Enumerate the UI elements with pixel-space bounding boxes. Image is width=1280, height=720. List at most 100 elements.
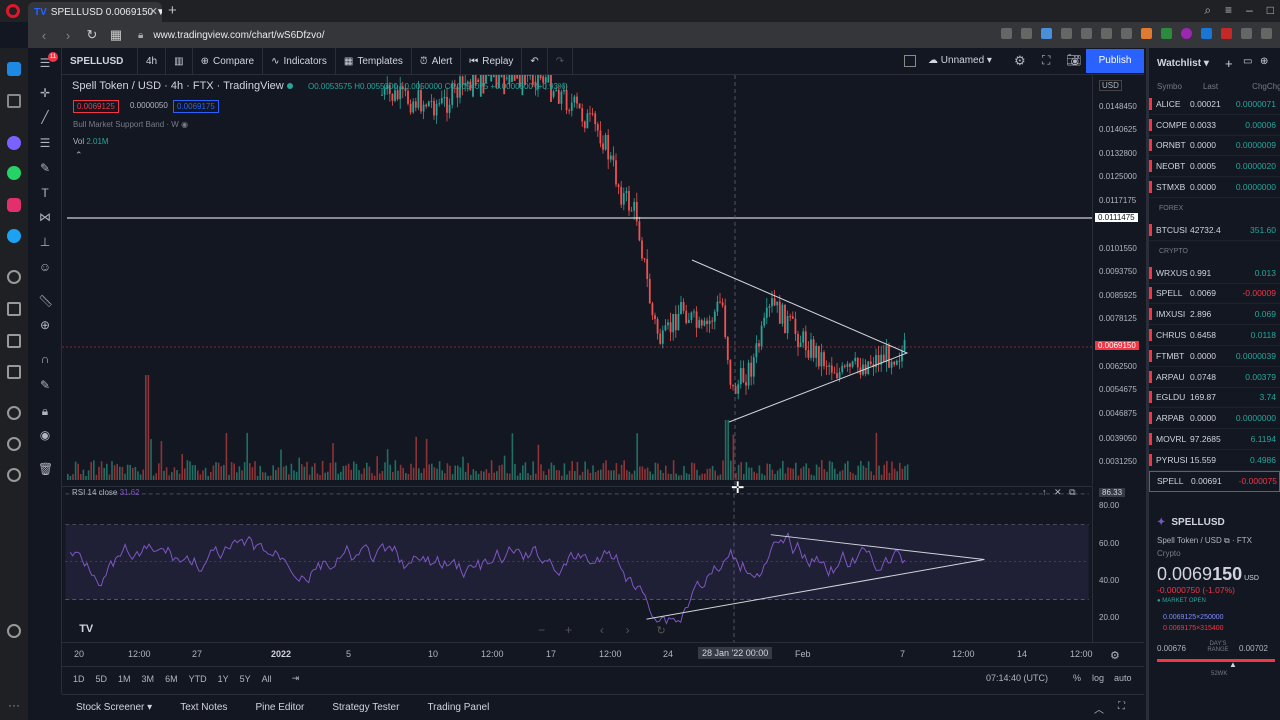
twitter-icon[interactable] <box>7 229 21 243</box>
collapse-panel-icon[interactable]: ︿ <box>1094 701 1104 716</box>
back-icon[interactable]: ‹ <box>36 28 52 43</box>
flag-marker[interactable] <box>1150 475 1153 487</box>
axis-settings-icon[interactable]: ⚙ <box>1110 649 1120 662</box>
watchlist-row[interactable]: WRXUS 0.991 0.013 <box>1149 263 1280 284</box>
goto-date-icon[interactable]: ⇥ <box>292 673 300 684</box>
trend-line-icon[interactable]: ╱ <box>38 110 52 124</box>
price-axis[interactable]: USD 0.0148450 0.0140625 0.0132800 0.0125… <box>1092 75 1144 485</box>
rsi-legend[interactable]: RSI 14 close 31.62 <box>72 488 140 497</box>
measure-icon[interactable]: ⊥ <box>38 235 52 249</box>
tab-strategy-tester[interactable]: Strategy Tester <box>318 702 413 713</box>
close-pane-icon[interactable]: ✕ <box>1054 487 1062 497</box>
tradingview-logo[interactable]: TV <box>79 623 94 635</box>
watchlist-row[interactable]: EGLDU 169.87 3.74 <box>1149 388 1280 409</box>
music-icon[interactable] <box>7 270 21 284</box>
undo-icon[interactable]: ↶ <box>522 47 548 75</box>
range-ytd[interactable]: YTD <box>189 674 207 684</box>
browser-tab[interactable]: TV SPELLUSD 0.0069150 ▼ −1.0 ✕ <box>28 2 162 22</box>
zoom-out-icon[interactable]: − <box>538 623 545 637</box>
watchlist-row[interactable]: ORNBT 0.0000 0.0000009 <box>1149 136 1280 157</box>
flag-marker[interactable] <box>1149 266 1152 279</box>
rsi-pane[interactable]: TV − + ‹ › ↻ <box>62 486 1092 642</box>
watchlist-row[interactable]: COMPE 0.0033 0.00006 <box>1149 115 1280 136</box>
range-1m[interactable]: 1M <box>118 674 131 684</box>
heart-icon[interactable] <box>7 406 21 420</box>
watchlist-row[interactable]: ARPAB 0.0000 0.0000000 <box>1149 408 1280 430</box>
trash-icon[interactable]: 🗑︎ <box>38 462 53 476</box>
tab-close-icon[interactable]: ✕ <box>149 5 158 18</box>
rsi-axis[interactable]: 86.33 80.00 60.00 40.00 20.00 <box>1092 486 1144 642</box>
minimize-icon[interactable]: – <box>1246 3 1253 18</box>
templates-button[interactable]: ▦ Templates <box>336 47 412 75</box>
extension-icon[interactable] <box>1121 28 1132 39</box>
symbol-search[interactable]: SPELLUSD <box>62 47 138 75</box>
flag-marker[interactable] <box>1149 97 1152 110</box>
compare-button[interactable]: ⊕ Compare <box>193 47 264 75</box>
emoji-icon[interactable]: ☺ <box>38 260 52 274</box>
extension-icon[interactable] <box>1021 28 1032 39</box>
ruler-icon[interactable]: 📏︎ <box>38 294 53 308</box>
flag-marker[interactable] <box>1149 181 1152 194</box>
watchlist-settings-icon[interactable]: ⊕ <box>1260 56 1268 67</box>
opera-logo-icon[interactable] <box>6 4 20 18</box>
watchlist-row[interactable]: NEOBT 0.0005 0.0000020 <box>1149 156 1280 178</box>
tab-trading-panel[interactable]: Trading Panel <box>413 702 503 713</box>
col-last[interactable]: Last <box>1192 82 1230 91</box>
range-all[interactable]: All <box>262 674 272 684</box>
reset-icon[interactable]: ↻ <box>656 625 665 637</box>
publish-button[interactable]: Publish <box>1086 49 1144 73</box>
flag-marker[interactable] <box>1149 391 1152 404</box>
col-symbol[interactable]: Symbo <box>1157 82 1192 91</box>
forward-icon[interactable]: › <box>60 28 76 43</box>
heart-icon[interactable] <box>1081 28 1092 39</box>
collapse-legend-icon[interactable]: ⌃ <box>75 150 83 161</box>
watchlist-row[interactable]: ARPAU 0.0748 0.00379 <box>1149 367 1280 388</box>
watchlist-row[interactable]: STMXB 0.0000 0.0000000 <box>1149 177 1280 198</box>
extension-icon[interactable] <box>1041 28 1052 39</box>
home-icon[interactable] <box>7 62 21 76</box>
extension-icon[interactable] <box>1181 28 1192 39</box>
range-1y[interactable]: 1Y <box>218 674 229 684</box>
add-symbol-icon[interactable]: + <box>1225 56 1233 71</box>
scroll-left-icon[interactable]: ‹ <box>600 623 604 637</box>
flag-marker[interactable] <box>1149 308 1152 321</box>
log-toggle[interactable]: log <box>1092 673 1104 683</box>
triangle-pattern[interactable] <box>691 259 909 423</box>
reload-icon[interactable]: ↻ <box>84 27 100 43</box>
zoom-in-icon[interactable]: + <box>565 623 572 637</box>
indicators-button[interactable]: ∿ Indicators <box>263 47 336 75</box>
range-3m[interactable]: 3M <box>142 674 155 684</box>
more-icon[interactable]: ··· <box>7 698 21 712</box>
alert-button[interactable]: ⏰︎ Alert <box>412 47 462 75</box>
maximize-icon[interactable]: □ <box>1267 3 1274 18</box>
extension-icon[interactable] <box>1201 28 1212 39</box>
flag-marker[interactable] <box>1149 118 1152 131</box>
price-chart[interactable] <box>62 75 1092 485</box>
redo-icon[interactable]: ↷ <box>548 47 574 75</box>
watchlist-row[interactable]: SPELL 0.0069 -0.00009 <box>1149 284 1280 305</box>
extension-icon[interactable] <box>1001 28 1012 39</box>
replay-button[interactable]: ⏮ Replay <box>461 47 523 75</box>
camera-icon[interactable]: 📷︎ <box>1066 53 1081 67</box>
play-icon[interactable] <box>7 302 21 316</box>
watchlist-row[interactable]: CHRUS 0.6458 0.0118 <box>1149 325 1280 346</box>
flag-marker[interactable] <box>1149 453 1152 466</box>
flag-marker[interactable] <box>1149 370 1152 383</box>
snapshot-icon[interactable] <box>7 334 21 348</box>
text-icon[interactable]: T <box>38 186 52 200</box>
watchlist-row[interactable]: SPELL 0.00691 -0.000075 <box>1149 470 1280 492</box>
layout-name[interactable]: ☁ Unnamed ▾ <box>928 55 992 66</box>
utc-clock[interactable]: 07:14:40 (UTC) <box>986 673 1048 683</box>
brush-icon[interactable]: ✎ <box>38 161 52 175</box>
lock-icon[interactable]: 🔒︎ <box>38 404 52 418</box>
section-crypto[interactable]: CRYPTO <box>1149 241 1280 263</box>
fullscreen-icon[interactable]: ⛶ <box>1042 53 1050 68</box>
lock-drawing-icon[interactable]: ✎ <box>38 378 52 392</box>
bid-price[interactable]: 0.0069125 <box>73 100 119 113</box>
flag-marker[interactable] <box>1149 160 1152 173</box>
currency-label[interactable]: USD <box>1099 80 1122 91</box>
menu-icon[interactable]: ≡ <box>1225 3 1232 18</box>
tab-pine-editor[interactable]: Pine Editor <box>241 702 318 713</box>
watchlist-title[interactable]: Watchlist ▾ <box>1157 58 1209 69</box>
extension-icon[interactable] <box>1221 28 1232 39</box>
